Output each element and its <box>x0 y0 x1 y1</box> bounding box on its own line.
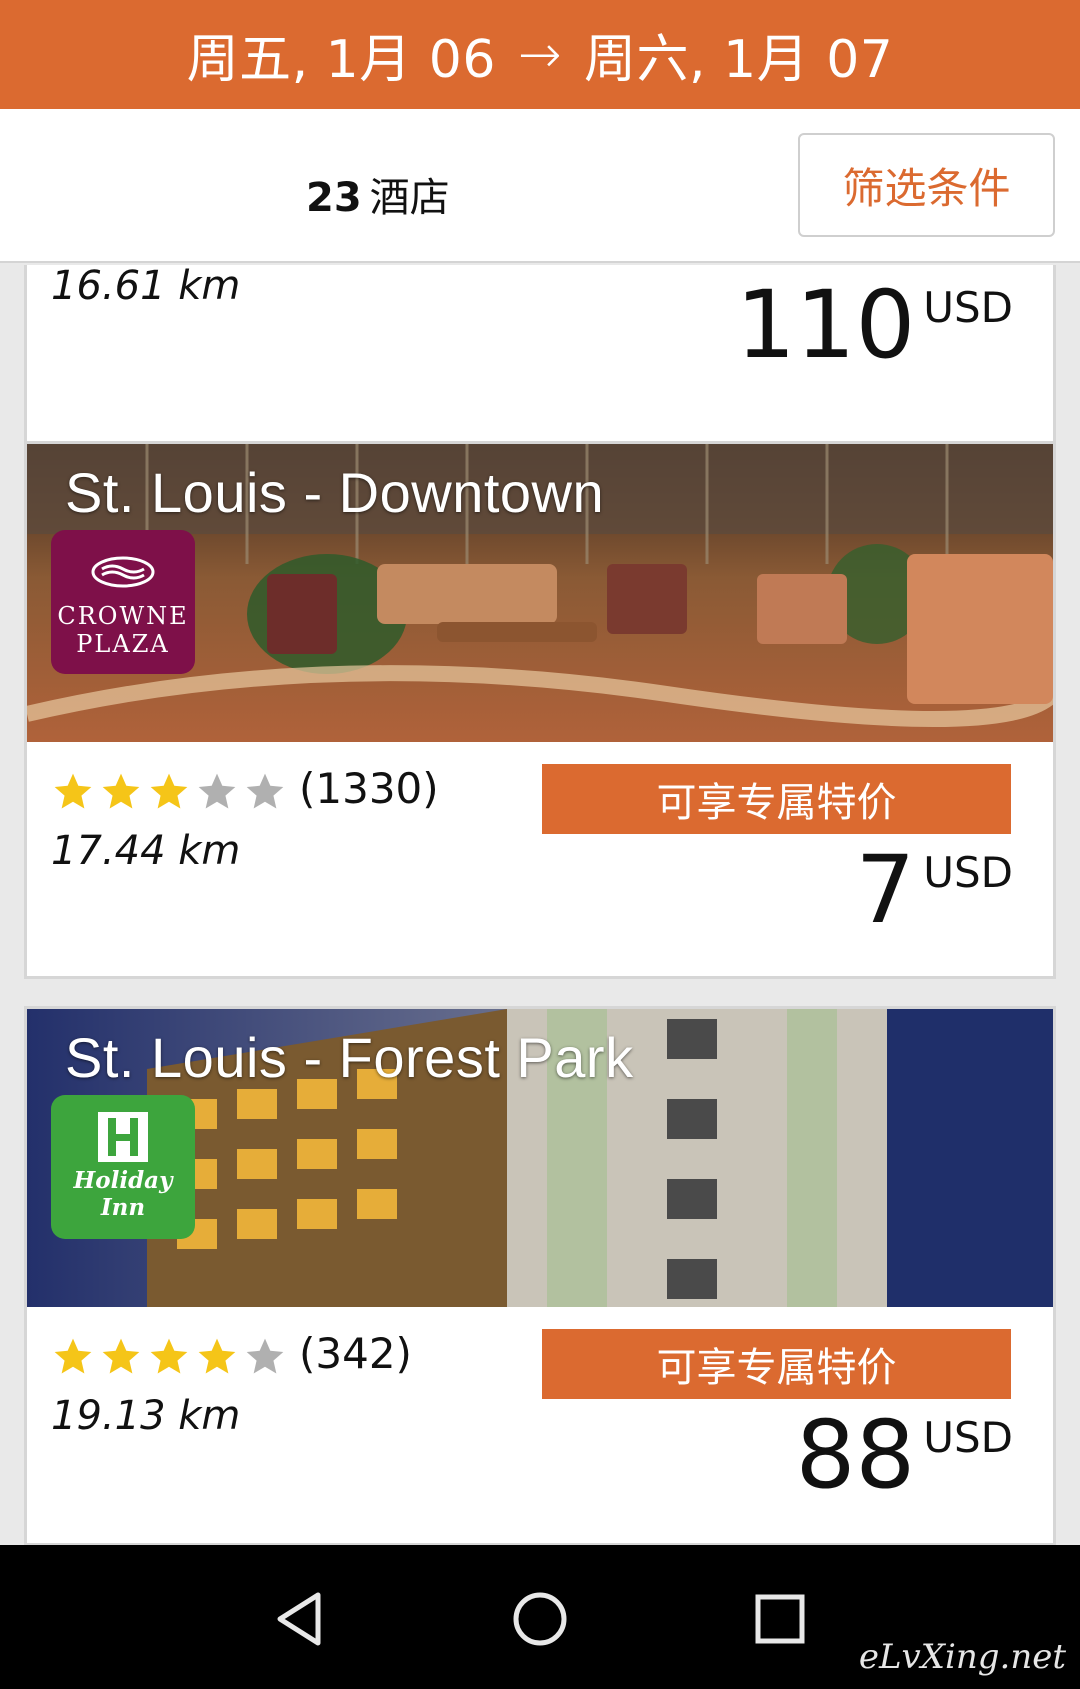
star-filled-icon <box>102 1338 140 1374</box>
star-rating <box>51 770 291 814</box>
hotel-distance: 19.13 km <box>51 1393 241 1439</box>
price-amount: 88 <box>795 1401 916 1510</box>
hotel-count-number: 23 <box>306 175 362 221</box>
hotel-price: 7 USD <box>855 844 1013 938</box>
crowne-wave-icon <box>51 552 195 592</box>
check-in-date: 周五, 1月 06 <box>186 30 496 90</box>
star-filled-icon <box>198 1338 236 1374</box>
logo-text-line1: CROWNE <box>57 602 189 630</box>
price-amount: 7 <box>855 836 916 945</box>
holiday-inn-h-icon <box>51 1112 195 1162</box>
hotel-count-unit: 酒店 <box>369 175 450 221</box>
star-filled-icon <box>54 1338 92 1374</box>
arrow-right-icon: → <box>517 24 563 85</box>
watermark: eLvXing.net <box>858 1637 1066 1677</box>
hotel-name: St. Louis - Forest Park <box>65 1026 634 1089</box>
hotel-photo: St. Louis - Forest Park Holiday Inn <box>27 1009 1053 1307</box>
home-icon[interactable] <box>510 1589 570 1649</box>
exclusive-deal-badge[interactable]: 可享专属特价 <box>542 1329 1011 1399</box>
system-nav-bar: eLvXing.net <box>0 1545 1080 1689</box>
hotel-price: 110 USD <box>736 279 1013 373</box>
star-filled-icon <box>150 1338 188 1374</box>
hotel-distance: 16.61 km <box>51 265 241 309</box>
results-toolbar: 23 酒店 筛选条件 <box>0 109 1080 263</box>
filter-button[interactable]: 筛选条件 <box>798 133 1055 237</box>
holiday-inn-logo: Holiday Inn <box>51 1095 195 1239</box>
price-amount: 110 <box>735 271 916 380</box>
crowne-plaza-logo: CROWNE PLAZA <box>51 530 195 674</box>
hotel-distance: 17.44 km <box>51 828 241 874</box>
hotel-card[interactable]: St. Louis - Downtown CROWNE PLAZA (1330)… <box>24 441 1056 979</box>
price-currency: USD <box>923 848 1013 897</box>
review-count: (1330) <box>299 764 439 813</box>
price-currency: USD <box>923 1413 1013 1462</box>
review-count: (342) <box>299 1329 412 1378</box>
hotel-list[interactable]: 16.61 km 110 USD St. Louis - Downtown CR… <box>0 265 1080 1545</box>
logo-text: Holiday Inn <box>73 1167 173 1221</box>
star-empty-icon <box>246 773 284 809</box>
back-icon[interactable] <box>270 1589 330 1649</box>
exclusive-deal-badge[interactable]: 可享专属特价 <box>542 764 1011 834</box>
date-range-header[interactable]: 周五, 1月 06 → 周六, 1月 07 <box>0 0 1080 109</box>
star-filled-icon <box>54 773 92 809</box>
check-out-date: 周六, 1月 07 <box>584 30 894 90</box>
star-empty-icon <box>198 773 236 809</box>
recent-apps-icon[interactable] <box>750 1589 810 1649</box>
hotel-name: St. Louis - Downtown <box>65 461 605 524</box>
star-empty-icon <box>246 1338 284 1374</box>
price-currency: USD <box>923 283 1013 332</box>
logo-text-line2: PLAZA <box>76 630 170 658</box>
hotel-photo: St. Louis - Downtown CROWNE PLAZA <box>27 444 1053 742</box>
hotel-count: 23 酒店 <box>306 165 450 223</box>
hotel-card[interactable]: St. Louis - Forest Park Holiday Inn (342… <box>24 1006 1056 1545</box>
star-filled-icon <box>102 773 140 809</box>
star-filled-icon <box>150 773 188 809</box>
hotel-price: 88 USD <box>796 1409 1013 1503</box>
star-rating <box>51 1335 291 1379</box>
